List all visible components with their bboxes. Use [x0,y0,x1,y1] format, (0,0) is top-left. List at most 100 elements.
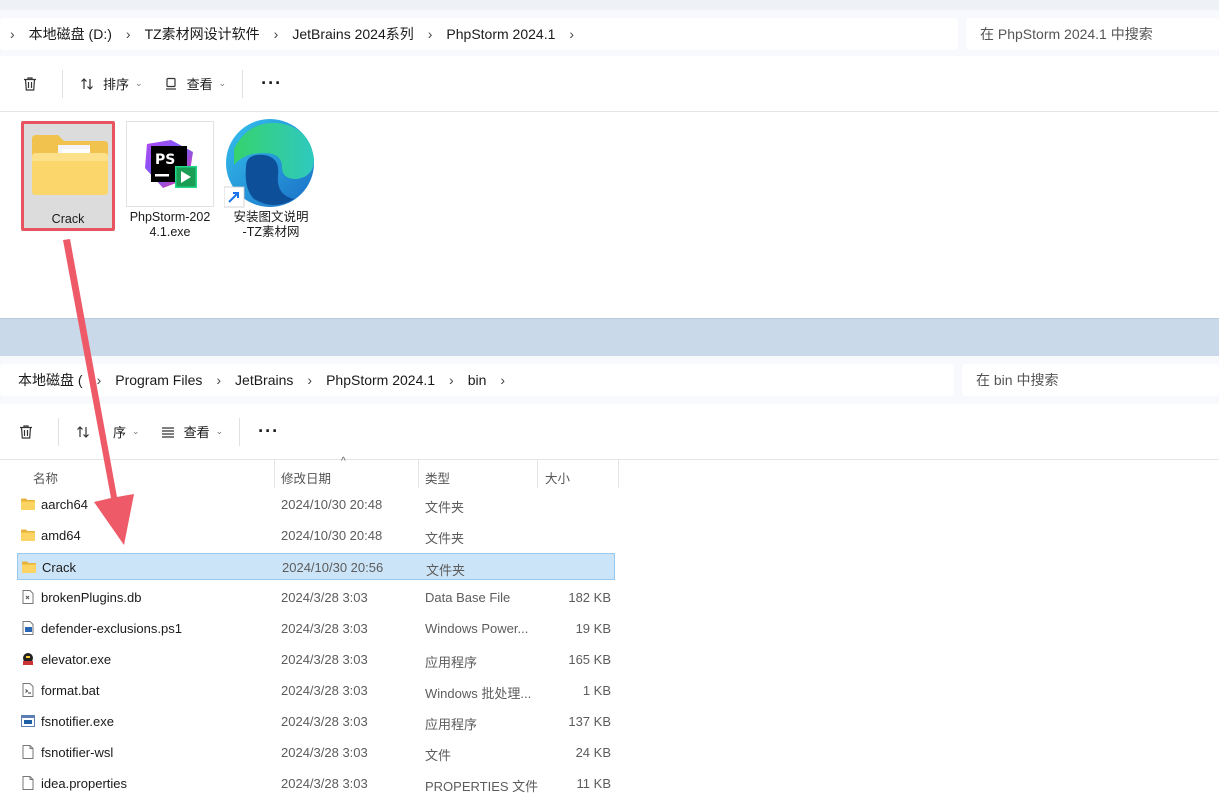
folder-icon [20,496,36,512]
view-label: 查看 [186,77,213,92]
file-name: amd64 [41,528,81,543]
chevron-right-icon[interactable]: › [424,26,437,42]
address-bar[interactable]: › 本地磁盘 (D:) › TZ素材网设计软件 › JetBrains 2024… [0,18,958,50]
breadcrumb-item[interactable]: Program Files [105,372,212,388]
file-size: 11 KB [576,776,611,791]
column-divider[interactable] [618,460,619,488]
breadcrumb-item[interactable]: JetBrains 2024系列 [282,24,423,44]
file-type: Data Base File [425,590,511,605]
file-modified-date: 2024/10/30 20:48 [281,497,383,512]
bat-file-icon [20,682,36,698]
address-row: 本地磁盘 ( › Program Files › JetBrains › Php… [0,356,1219,404]
column-header-name[interactable]: 名称 [33,468,58,487]
phpstorm-icon: PS [145,140,197,188]
window-top-strip [0,0,1219,10]
delete-button[interactable] [0,67,56,101]
file-type: Windows 批处理... [425,686,532,701]
delete-button[interactable] [0,415,52,449]
toolbar-divider [62,69,63,98]
file-row[interactable]: fsnotifier.exe 2024/3/28 3:03 应用程序 137 KB [17,708,615,735]
file-row[interactable]: fsnotifier-wsl 2024/3/28 3:03 文件 24 KB [17,739,615,766]
column-divider[interactable] [418,460,419,488]
file-tile-phpstorm-exe[interactable]: PS PhpStorm-202 4.1.exe [125,121,215,239]
blank-file-icon [20,775,36,791]
file-row[interactable]: aarch64 2024/10/30 20:48 文件夹 [17,491,615,518]
file-modified-date: 2024/3/28 3:03 [281,590,368,605]
chevron-right-icon[interactable]: › [122,26,135,42]
toolbar-divider [58,417,59,446]
file-modified-date: 2024/10/30 20:56 [282,560,384,575]
tile-caption-line: 安装图文说明 [233,210,309,224]
view-button[interactable]: 查看 ⌄ [153,67,237,101]
breadcrumb-item[interactable]: TZ素材网设计软件 [135,24,270,44]
file-type: Windows Power... [425,621,529,636]
file-type: 应用程序 [425,655,478,670]
breadcrumb-item[interactable]: 本地磁盘 (D:) [19,24,122,44]
breadcrumb-item[interactable]: bin [458,372,497,388]
trash-icon [20,424,32,439]
file-modified-date: 2024/3/28 3:03 [281,683,368,698]
file-size: 19 KB [575,621,611,636]
file-name: format.bat [41,683,100,698]
breadcrumb-item[interactable]: 本地磁盘 ( [6,370,93,390]
file-size: 1 KB [582,683,611,698]
explorer-window-bottom: 本地磁盘 ( › Program Files › JetBrains › Php… [0,318,1219,794]
file-name: idea.properties [41,776,127,791]
chevron-right-icon[interactable]: › [303,372,316,388]
column-divider[interactable] [274,460,275,488]
tile-caption-line: -TZ素材网 [242,225,300,239]
more-options-button[interactable]: ··· [249,73,294,94]
thumbnail-frame: PS [126,121,214,207]
search-placeholder: 在 PhpStorm 2024.1 中搜索 [980,26,1153,42]
chevron-right-icon[interactable]: › [445,372,458,388]
chevron-right-icon[interactable]: › [565,26,578,42]
file-row[interactable]: brokenPlugins.db 2024/3/28 3:03 Data Base … [17,584,615,611]
column-header-type[interactable]: 类型 [425,468,450,487]
tile-caption-line: 4.1.exe [149,225,191,239]
breadcrumb-item[interactable]: PhpStorm 2024.1 [436,26,565,42]
search-input[interactable]: 在 PhpStorm 2024.1 中搜索 [966,18,1219,50]
window-title-bar[interactable] [0,318,1219,356]
column-divider[interactable] [537,460,538,488]
file-name: fsnotifier.exe [41,714,114,729]
file-size: 24 KB [575,745,611,760]
chevron-right-icon[interactable]: › [496,372,509,388]
sort-button[interactable]: 排序 ⌄ [69,67,153,101]
file-type: 应用程序 [425,717,478,732]
chevron-right-icon[interactable]: › [212,372,225,388]
view-button[interactable]: 查看 ⌄ [150,415,234,449]
column-header-modified[interactable]: 修改日期 [281,468,331,487]
shortcut-tile-install-guide[interactable]: 安装图文说明 -TZ素材网 [223,119,319,239]
breadcrumb-item[interactable]: PhpStorm 2024.1 [316,372,445,388]
sort-icon [81,77,93,90]
file-modified-date: 2024/3/28 3:03 [281,776,368,791]
more-options-button[interactable]: ··· [246,421,291,442]
search-input[interactable]: 在 bin 中搜索 [962,364,1219,396]
file-row[interactable]: Crack 2024/10/30 20:56 文件夹 [17,553,615,580]
chevron-right-icon[interactable]: › [93,372,106,388]
folder-tile-crack[interactable]: Crack [21,121,115,231]
db-file-icon [20,589,36,605]
file-row[interactable]: defender-exclusions.ps1 2024/3/28 3:03 Win… [17,615,615,642]
folder-icon [20,527,36,543]
column-header-size[interactable]: 大小 [545,468,570,487]
file-row[interactable]: format.bat 2024/3/28 3:03 Windows 批处理... 1 … [17,677,615,704]
folder-icon [32,135,108,195]
sort-button[interactable]: 序 ⌄ [65,415,150,449]
file-name: defender-exclusions.ps1 [41,621,182,636]
file-row[interactable]: amd64 2024/10/30 20:48 文件夹 [17,522,615,549]
file-row[interactable]: idea.properties 2024/3/28 3:03 PROPERTIES … [17,770,615,794]
explorer-window-top: › 本地磁盘 (D:) › TZ素材网设计软件 › JetBrains 2024… [0,0,1219,318]
address-bar[interactable]: 本地磁盘 ( › Program Files › JetBrains › Php… [0,364,954,396]
exe-window-icon [20,713,36,729]
toolbar-divider [239,417,241,446]
chevron-right-icon[interactable]: › [270,26,283,42]
chevron-right-icon[interactable]: › [6,26,19,42]
file-row[interactable]: elevator.exe 2024/3/28 3:03 应用程序 165 KB [17,646,615,673]
breadcrumb-item[interactable]: JetBrains [225,372,303,388]
svg-text:PS: PS [155,152,175,168]
folder-icon [21,559,37,575]
chevron-down-icon: ⌄ [132,426,140,436]
file-name: fsnotifier-wsl [41,745,114,760]
file-modified-date: 2024/3/28 3:03 [281,745,368,760]
